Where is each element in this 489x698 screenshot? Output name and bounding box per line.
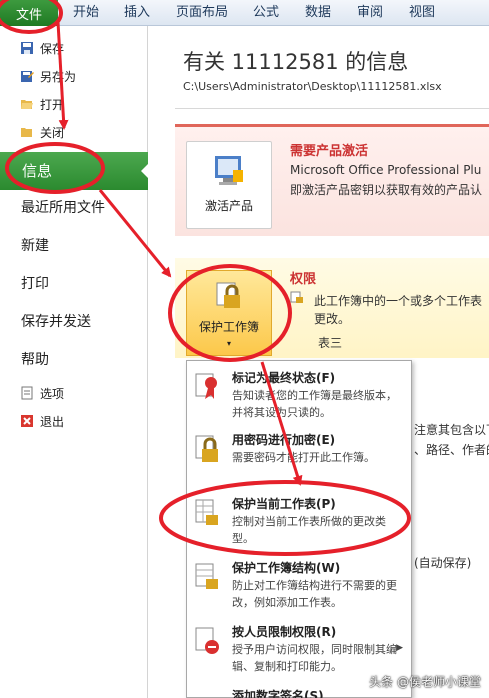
- inspect-text-fragment: 注意其包含以下: [414, 423, 489, 437]
- backstage-nav: 保存 另存为 打开 关闭 信息 最近所用文件 新建 打印 保存并发送 帮助 选项…: [0, 26, 149, 698]
- menu-protect-sheet-desc: 控制对当前工作表所做的更改类型。: [232, 515, 386, 545]
- nav-print[interactable]: 打印: [0, 270, 148, 298]
- protect-workbook-button[interactable]: 保护工作簿 ▾: [186, 270, 272, 356]
- menu-restrict-permission-desc: 授予用户访问权限，同时限制其编辑、复制和打印能力。: [232, 643, 397, 673]
- tab-home[interactable]: 开始: [73, 0, 99, 26]
- open-folder-icon: [21, 100, 33, 109]
- protect-sheet-icon: [195, 499, 218, 525]
- tab-file[interactable]: 文件: [0, 0, 58, 26]
- permissions-line2: 更改。: [314, 312, 351, 326]
- nav-close[interactable]: 关闭: [20, 122, 64, 142]
- menu-mark-final[interactable]: 标记为最终状态(F) 告知读者您的工作簿是最终版本，并将其设为只读的。: [187, 369, 411, 425]
- menu-digital-signature-title: 添加数字签名(S): [232, 689, 324, 698]
- page-title: 有关 11112581 的信息: [183, 50, 409, 74]
- activation-line1: Microsoft Office Professional Plu: [290, 163, 482, 177]
- divider: [175, 108, 489, 109]
- file-path: C:\Users\Administrator\Desktop\11112581.…: [183, 80, 442, 93]
- menu-restrict-permission-title: 按人员限制权限(R): [232, 625, 337, 639]
- nav-save-send[interactable]: 保存并发送: [0, 308, 148, 336]
- tab-review[interactable]: 审阅: [357, 0, 383, 26]
- permissions-heading: 权限: [290, 272, 317, 287]
- menu-protect-structure-title: 保护工作簿结构(W): [232, 561, 341, 575]
- activation-heading: 需要产品激活: [290, 144, 369, 159]
- inspect-text-fragment-2: 、路径、作者的: [414, 443, 489, 457]
- nav-save-label: 保存: [40, 41, 65, 56]
- submenu-arrow-icon: ▶: [396, 643, 403, 653]
- activate-product-label: 激活产品: [204, 199, 253, 213]
- mark-final-icon: [195, 373, 217, 399]
- nav-new[interactable]: 新建: [0, 232, 148, 260]
- menu-encrypt-desc: 需要密码才能打开此工作簿。: [232, 451, 375, 464]
- exit-icon: [21, 415, 33, 427]
- menu-protect-sheet-title: 保护当前工作表(P): [232, 497, 336, 511]
- activate-product-button[interactable]: 激活产品: [186, 141, 272, 229]
- protect-structure-icon: [195, 563, 218, 589]
- restrict-permission-icon: [195, 627, 219, 654]
- nav-help[interactable]: 帮助: [0, 346, 148, 374]
- close-folder-icon: [21, 128, 32, 137]
- watermark-text: 头条 @侯老师小课堂: [369, 675, 481, 689]
- menu-protect-structure[interactable]: 保护工作簿结构(W) 防止对工作簿结构进行不需要的更改，例如添加工作表。: [187, 559, 411, 615]
- nav-info[interactable]: 信息: [0, 152, 149, 190]
- tab-insert[interactable]: 插入: [124, 0, 150, 26]
- nav-close-label: 关闭: [40, 125, 65, 140]
- options-icon: [21, 386, 33, 400]
- nav-open[interactable]: 打开: [20, 94, 64, 114]
- save-icon: [21, 42, 33, 54]
- menu-mark-final-title: 标记为最终状态(F): [232, 371, 336, 385]
- chevron-down-icon: ▾: [226, 339, 231, 348]
- sheet-lock-icon: [290, 291, 303, 303]
- ribbon-tab-bar: 文件 开始 插入 页面布局 公式 数据 审阅 视图: [0, 0, 489, 26]
- menu-mark-final-desc: 告知读者您的工作簿是最终版本，并将其设为只读的。: [232, 389, 397, 419]
- menu-encrypt-password[interactable]: 用密码进行加密(E) 需要密码才能打开此工作簿。: [187, 431, 411, 481]
- menu-restrict-permission[interactable]: 按人员限制权限(R) 授予用户访问权限，同时限制其编辑、复制和打印能力。 ▶: [187, 623, 411, 679]
- nav-recent[interactable]: 最近所用文件: [0, 194, 148, 222]
- tab-data[interactable]: 数据: [305, 0, 331, 26]
- tab-page-layout[interactable]: 页面布局: [176, 0, 228, 26]
- tab-view[interactable]: 视图: [409, 0, 435, 26]
- tab-formulas[interactable]: 公式: [253, 0, 279, 26]
- nav-options[interactable]: 选项: [20, 383, 64, 403]
- nav-save-as[interactable]: 另存为: [20, 66, 76, 86]
- save-as-icon: [21, 71, 34, 82]
- nav-exit-label: 退出: [40, 414, 65, 429]
- nav-save-as-label: 另存为: [40, 69, 77, 84]
- autosave-text-fragment: (自动保存): [414, 556, 472, 570]
- lock-icon: [216, 282, 240, 308]
- encrypt-lock-icon: [195, 435, 218, 462]
- activate-product-icon: [215, 156, 243, 185]
- menu-encrypt-title: 用密码进行加密(E): [232, 433, 336, 447]
- nav-exit[interactable]: 退出: [20, 411, 64, 431]
- nav-open-label: 打开: [40, 97, 65, 112]
- menu-protect-sheet[interactable]: 保护当前工作表(P) 控制对当前工作表所做的更改类型。: [187, 495, 411, 549]
- nav-options-label: 选项: [40, 386, 65, 401]
- activation-line2: 即激活产品密钥以获取有效的产品认: [290, 183, 483, 197]
- protect-workbook-menu: 标记为最终状态(F) 告知读者您的工作簿是最终版本，并将其设为只读的。 用密码进…: [186, 360, 412, 698]
- protect-workbook-label: 保护工作簿: [198, 320, 259, 334]
- nav-save[interactable]: 保存: [20, 38, 64, 58]
- menu-protect-structure-desc: 防止对工作簿结构进行不需要的更改，例如添加工作表。: [232, 579, 397, 609]
- protected-sheet-name: 表三: [318, 336, 343, 350]
- permissions-line1: 此工作簿中的一个或多个工作表: [314, 294, 483, 308]
